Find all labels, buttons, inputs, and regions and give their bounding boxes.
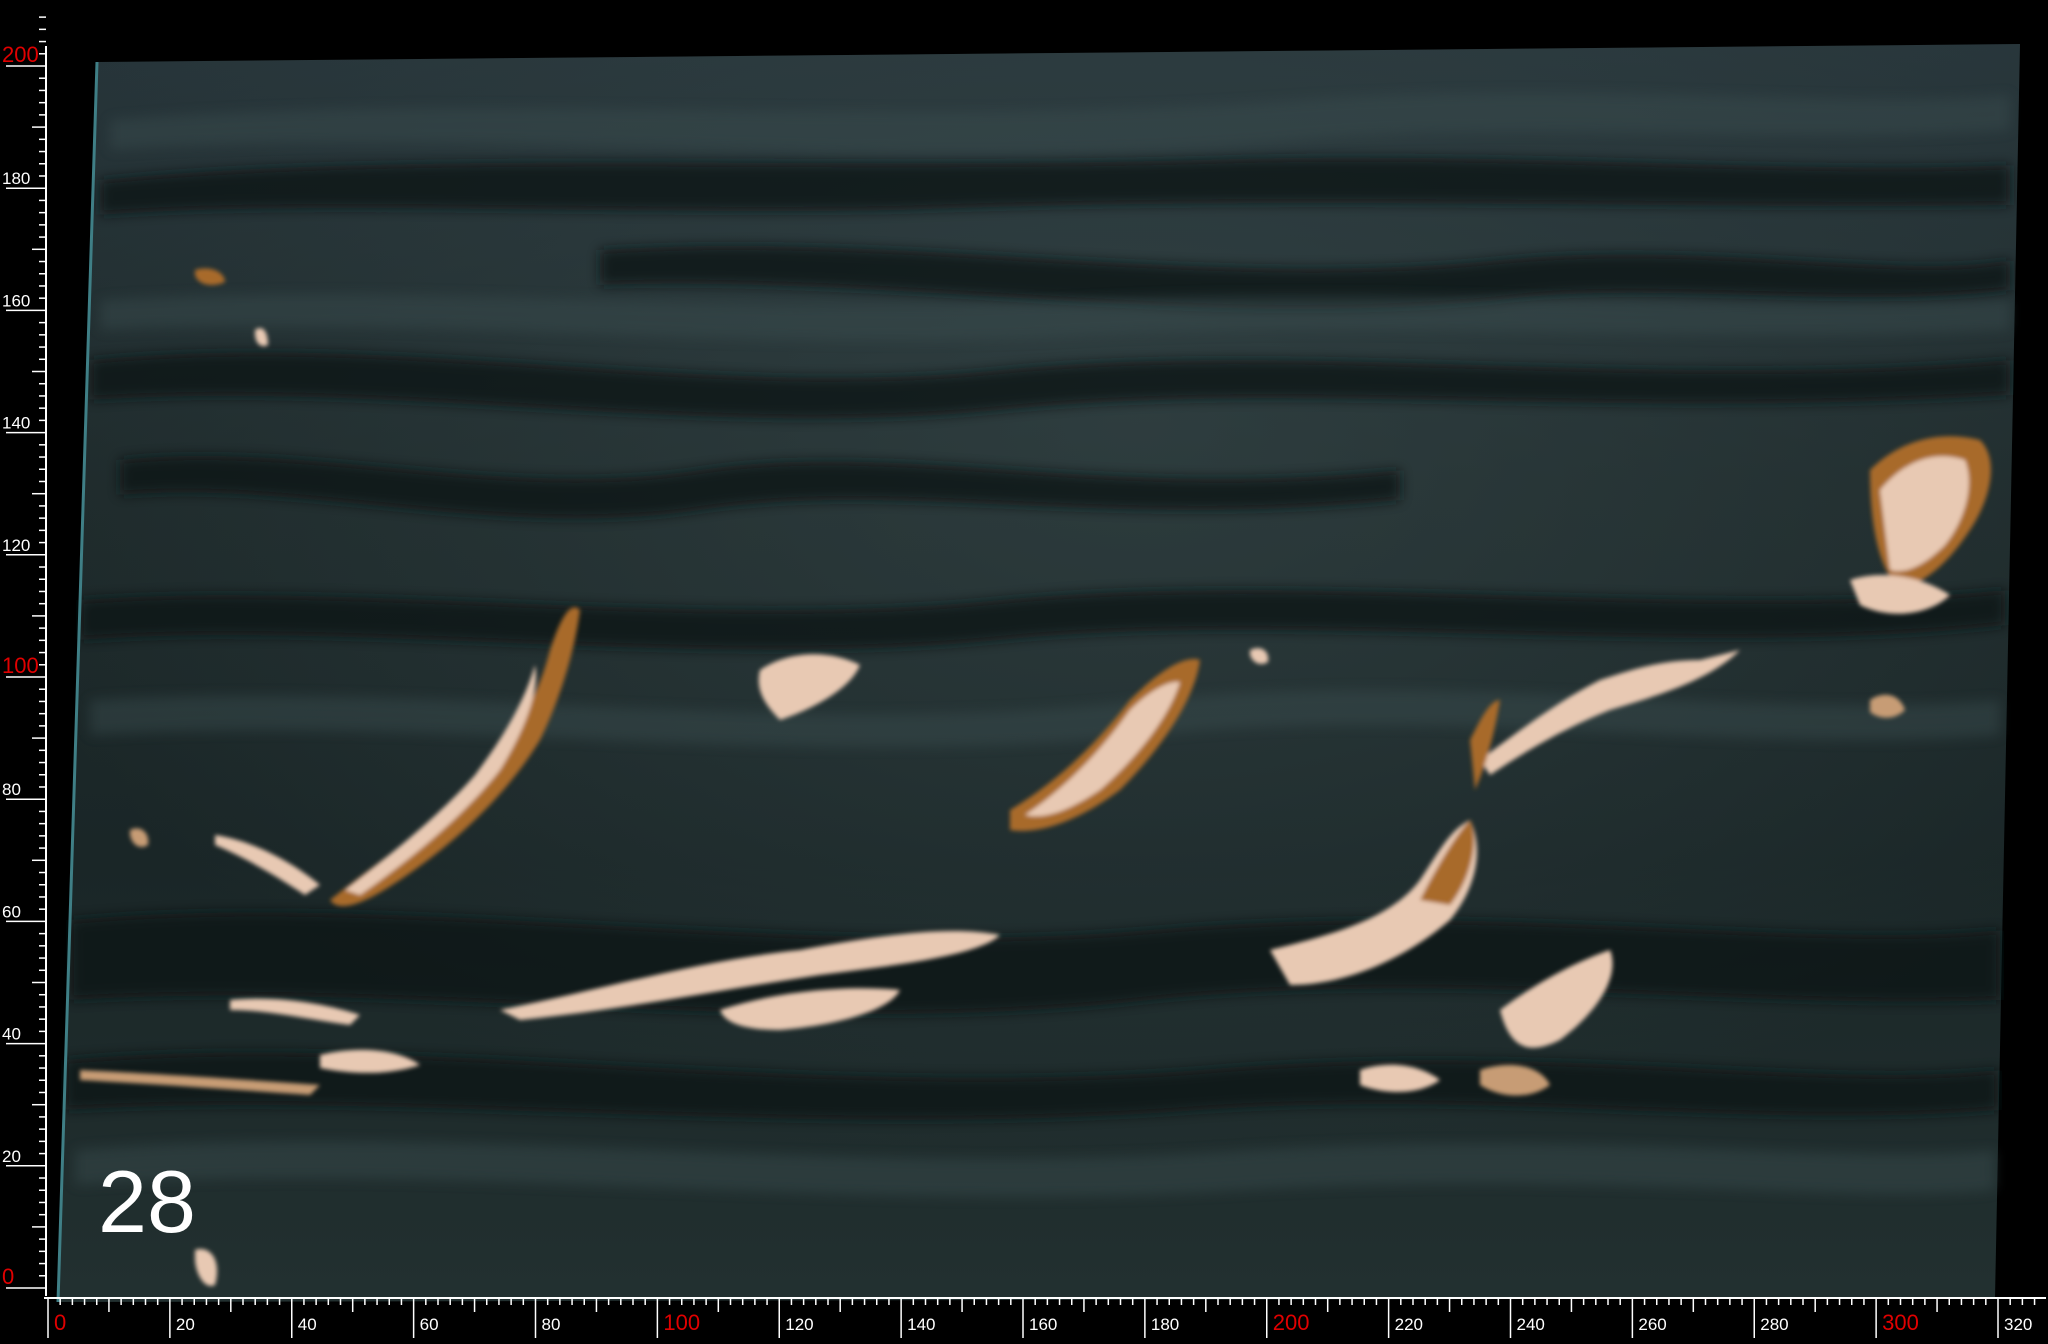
vertical-ruler-label: 180: [2, 169, 30, 188]
vertical-ruler-label: 120: [2, 536, 30, 555]
vertical-ruler-label: 20: [2, 1147, 21, 1166]
slab-number-label: 28: [98, 1152, 196, 1251]
slab-photo-stage: 28 0 20 40 60 80 100 120 140 160 180 200 0 20 40 60 80…: [0, 0, 2048, 1344]
horizontal-ruler-label: 80: [542, 1315, 561, 1334]
horizontal-ruler-label: 140: [907, 1315, 935, 1334]
horizontal-ruler-label: 0: [54, 1310, 66, 1335]
horizontal-ruler-label: 220: [1395, 1315, 1423, 1334]
vertical-ruler-label: 160: [2, 291, 30, 310]
horizontal-ruler-label: 120: [785, 1315, 813, 1334]
horizontal-ruler-label: 20: [176, 1315, 195, 1334]
vertical-ruler-label: 60: [2, 902, 21, 921]
horizontal-ruler-label: 180: [1151, 1315, 1179, 1334]
vertical-ruler-label: 40: [2, 1025, 21, 1044]
horizontal-ruler-label: 320: [2004, 1315, 2032, 1334]
vertical-ruler-label: 100: [2, 653, 39, 678]
horizontal-ruler-label: 40: [298, 1315, 317, 1334]
vertical-ruler-label: 140: [2, 414, 30, 433]
horizontal-ruler-label: 200: [1273, 1310, 1310, 1335]
horizontal-ruler-label: 260: [1638, 1315, 1666, 1334]
horizontal-ruler-label: 100: [663, 1310, 700, 1335]
vertical-ruler-label: 0: [2, 1264, 14, 1289]
stone-slab: [56, 44, 2020, 1303]
horizontal-ruler-label: 280: [1760, 1315, 1788, 1334]
horizontal-ruler-label: 300: [1882, 1310, 1919, 1335]
vertical-ruler-label: 200: [2, 42, 39, 67]
horizontal-ruler-label: 60: [420, 1315, 439, 1334]
vertical-ruler-label: 80: [2, 780, 21, 799]
horizontal-ruler-label: 240: [1517, 1315, 1545, 1334]
horizontal-ruler-label: 160: [1029, 1315, 1057, 1334]
